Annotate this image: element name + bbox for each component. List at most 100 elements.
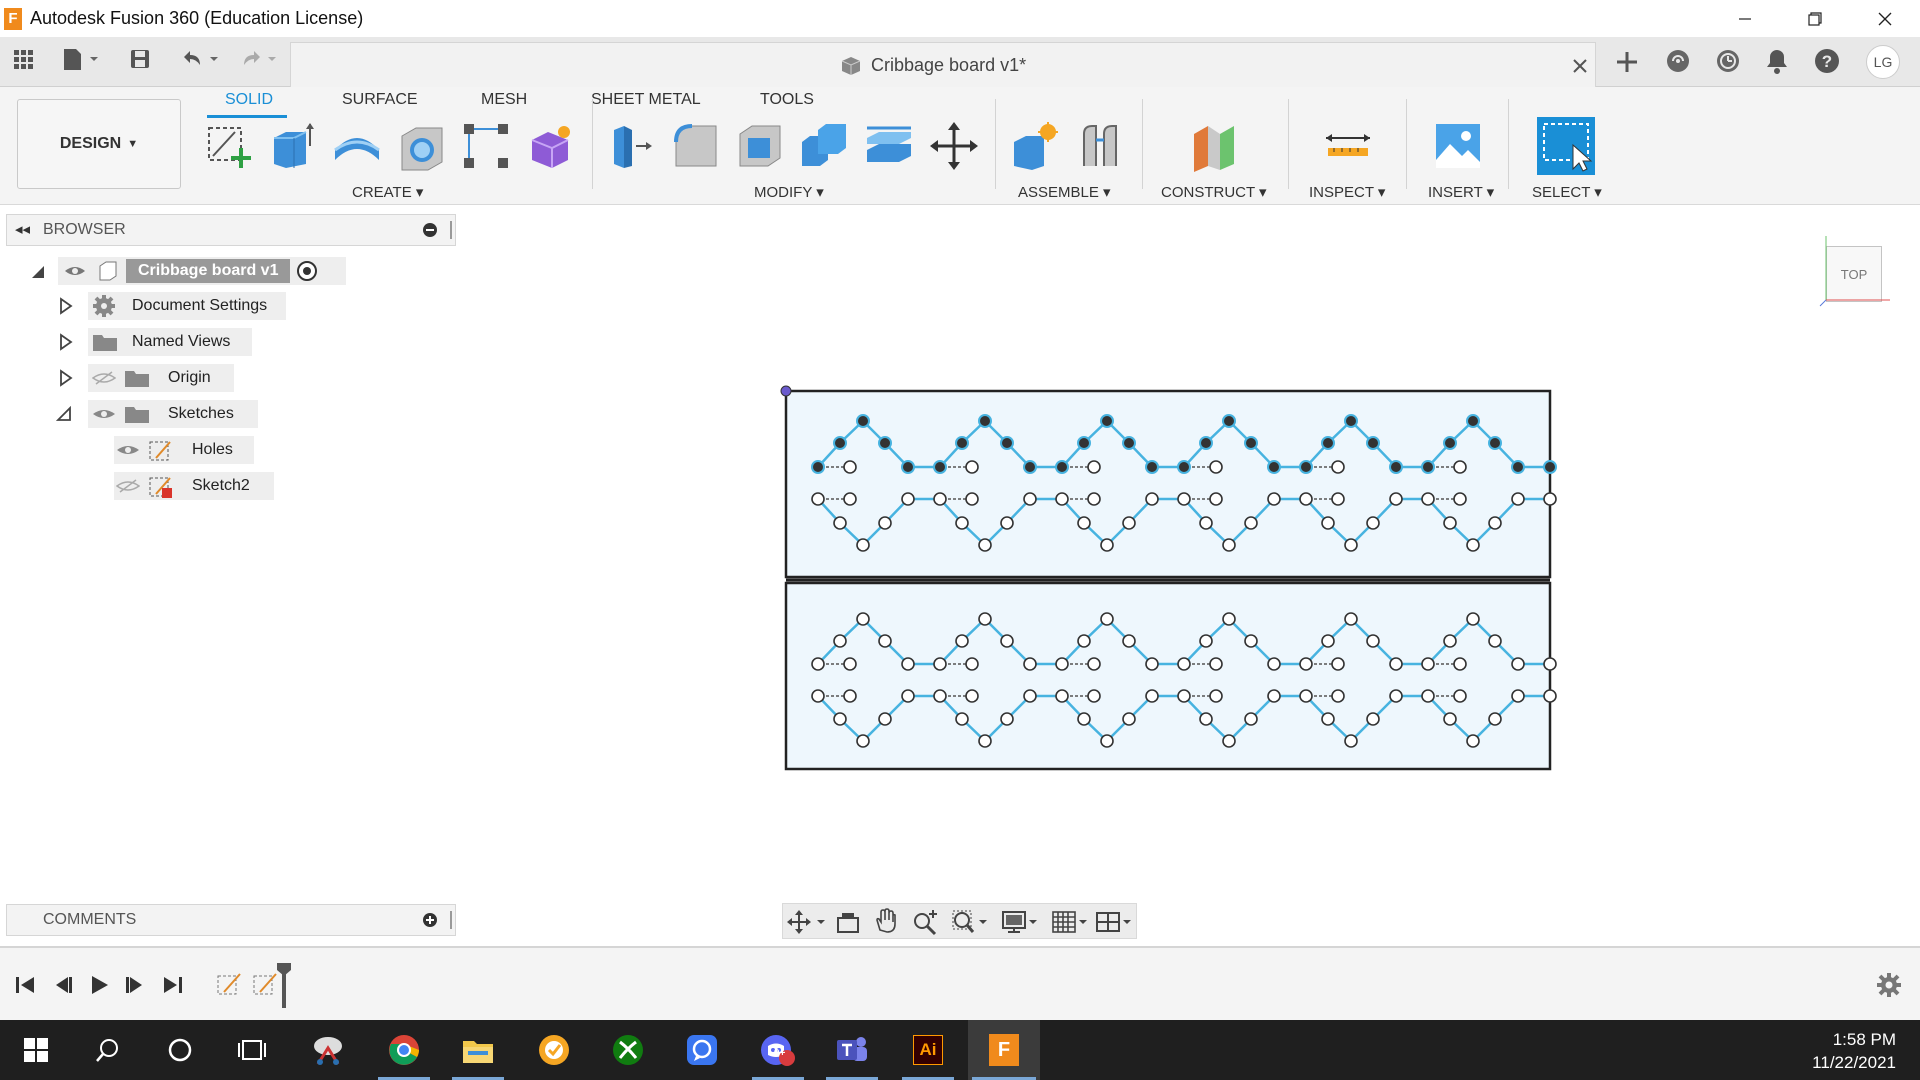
file-explorer-icon[interactable] [448, 1020, 508, 1080]
workspace-switcher-button[interactable]: DESIGN ▼ [17, 99, 181, 189]
offset-plane-icon[interactable] [1188, 120, 1240, 172]
look-at-icon[interactable] [835, 910, 861, 934]
undo-icon[interactable] [178, 47, 222, 76]
hidden-eye-icon[interactable] [92, 370, 116, 386]
minimize-button[interactable] [1710, 0, 1780, 37]
revolve-icon[interactable] [331, 120, 383, 172]
press-pull-icon[interactable] [606, 120, 658, 172]
grid-settings-icon[interactable] [1051, 910, 1093, 934]
fillet-icon[interactable] [670, 120, 722, 172]
display-settings-icon[interactable] [1001, 910, 1043, 934]
new-tab-icon[interactable] [1614, 49, 1640, 80]
cortana-icon[interactable] [150, 1020, 210, 1080]
file-menu-icon[interactable] [60, 47, 100, 76]
xbox-icon[interactable] [598, 1020, 658, 1080]
move-copy-icon[interactable] [928, 120, 980, 172]
measure-icon[interactable] [1322, 120, 1374, 172]
root-component-node[interactable]: Cribbage board v1 [58, 257, 346, 285]
help-icon[interactable]: ? [1813, 47, 1841, 80]
fusion-icon[interactable]: F [968, 1020, 1040, 1080]
construct-group-label[interactable]: CONSTRUCT ▾ [1161, 183, 1267, 201]
discord-icon[interactable]: 9+ [748, 1020, 808, 1080]
insert-image-icon[interactable] [1432, 120, 1484, 172]
create-form-icon[interactable] [524, 120, 576, 172]
create-group-label[interactable]: CREATE ▾ [352, 183, 423, 201]
browser-item-sketches[interactable]: Sketches [88, 400, 258, 428]
pattern-icon[interactable] [460, 120, 512, 172]
zoom-icon[interactable] [911, 908, 939, 936]
norton-icon[interactable] [524, 1020, 584, 1080]
step-forward-icon[interactable] [124, 974, 146, 996]
pan-hand-icon[interactable] [873, 908, 899, 934]
visibility-eye-icon[interactable] [92, 406, 116, 422]
chrome-icon[interactable] [374, 1020, 434, 1080]
hole-icon[interactable] [396, 120, 448, 172]
insert-group-label[interactable]: INSERT ▾ [1428, 183, 1494, 201]
shell-icon[interactable] [734, 120, 786, 172]
orbit-icon[interactable] [787, 910, 831, 934]
extensions-icon[interactable] [1664, 47, 1692, 80]
play-icon[interactable] [88, 974, 110, 996]
close-tab-icon[interactable] [1571, 57, 1589, 75]
restore-button[interactable] [1780, 0, 1850, 37]
collapsed-triangle-icon[interactable] [58, 369, 74, 387]
minus-circle-icon[interactable] [423, 223, 437, 237]
save-icon[interactable] [128, 47, 152, 76]
timeline-sketch-feature-icon[interactable] [216, 970, 244, 998]
tab-surface[interactable]: SURFACE [342, 91, 418, 109]
hidden-eye-icon[interactable] [116, 478, 140, 494]
go-to-end-icon[interactable] [162, 974, 184, 996]
collapsed-triangle-icon[interactable] [58, 333, 74, 351]
tab-sheet-metal[interactable]: SHEET METAL [591, 91, 701, 109]
redo-icon[interactable] [236, 47, 280, 76]
create-sketch-icon[interactable] [203, 120, 255, 172]
job-status-icon[interactable] [1714, 47, 1742, 80]
panel-resize-handle[interactable] [450, 221, 452, 239]
timeline-marker-handle[interactable] [276, 962, 292, 1008]
browser-item-origin[interactable]: Origin [88, 364, 234, 392]
tab-mesh[interactable]: MESH [481, 91, 527, 109]
teams-icon[interactable] [822, 1020, 882, 1080]
sketch-item-holes[interactable]: Holes [114, 436, 254, 464]
task-view-icon[interactable] [222, 1020, 282, 1080]
cribbage-board-sketch[interactable] [780, 385, 1557, 771]
browser-item-named-views[interactable]: Named Views [88, 328, 252, 356]
signal-icon[interactable] [672, 1020, 732, 1080]
select-group-label[interactable]: SELECT ▾ [1532, 183, 1602, 201]
tab-tools[interactable]: TOOLS [760, 91, 814, 109]
start-icon[interactable] [6, 1020, 66, 1080]
data-panel-grid-icon[interactable] [12, 47, 36, 76]
timeline-settings-gear-icon[interactable] [1876, 972, 1902, 998]
expanded-triangle-icon[interactable] [30, 264, 46, 280]
browser-item-document-settings[interactable]: Document Settings [88, 292, 286, 320]
collapsed-triangle-icon[interactable] [58, 297, 74, 315]
sketch-item-sketch2[interactable]: Sketch2 [114, 472, 274, 500]
close-window-button[interactable] [1850, 0, 1920, 37]
snip-icon[interactable] [298, 1020, 358, 1080]
combine-icon[interactable] [798, 120, 850, 172]
go-to-start-icon[interactable] [14, 974, 36, 996]
visibility-eye-icon[interactable] [64, 263, 86, 279]
illustrator-icon[interactable]: Ai [898, 1020, 958, 1080]
assemble-group-label[interactable]: ASSEMBLE ▾ [1018, 183, 1111, 201]
step-back-icon[interactable] [52, 974, 74, 996]
notifications-bell-icon[interactable] [1764, 47, 1790, 80]
expanded-triangle-icon[interactable] [56, 406, 72, 422]
document-tab[interactable]: Cribbage board v1* [290, 42, 1596, 87]
system-clock[interactable]: 1:58 PM 11/22/2021 [1812, 1028, 1896, 1074]
add-comment-icon[interactable] [423, 913, 437, 927]
visibility-eye-icon[interactable] [116, 442, 140, 458]
extrude-icon[interactable] [266, 120, 318, 172]
fit-icon[interactable] [951, 908, 991, 936]
panel-resize-handle[interactable] [450, 911, 452, 929]
search-icon[interactable] [78, 1020, 138, 1080]
new-component-icon[interactable] [1008, 120, 1060, 172]
inspect-group-label[interactable]: INSPECT ▾ [1309, 183, 1385, 201]
modify-group-label[interactable]: MODIFY ▾ [754, 183, 824, 201]
viewports-icon[interactable] [1095, 910, 1137, 934]
tab-solid[interactable]: SOLID [225, 91, 273, 109]
joint-icon[interactable] [1074, 120, 1126, 172]
user-avatar[interactable]: LG [1866, 45, 1900, 79]
offset-face-icon[interactable] [863, 120, 915, 172]
activate-radio-icon[interactable] [296, 260, 318, 282]
